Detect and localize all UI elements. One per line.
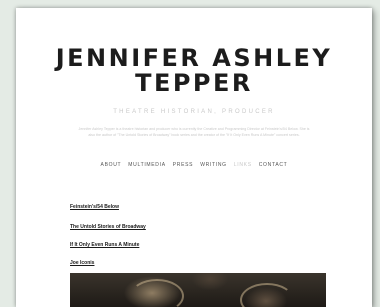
link-feinsteins-54-below[interactable]: Feinstein's/54 Below (70, 204, 119, 210)
site-title-line-1: JENNIFER ASHLEY (55, 44, 333, 72)
site-title-line-2: TEPPER (135, 69, 253, 97)
site-subtitle: THEATRE HISTORIAN, PRODUCER (113, 109, 275, 115)
nav-contact[interactable]: CONTACT (259, 162, 288, 168)
nav-multimedia[interactable]: MULTIMEDIA (128, 162, 165, 168)
featured-photo (70, 273, 326, 307)
site-title[interactable]: JENNIFER ASHLEY TEPPER (16, 46, 372, 96)
browser-page: JENNIFER ASHLEY TEPPER THEATRE HISTORIAN… (16, 8, 372, 307)
nav-links[interactable]: LINKS (234, 162, 252, 168)
site-bio: Jennifer Ashley Tepper is a theatre hist… (78, 127, 310, 137)
nav-writing[interactable]: WRITING (200, 162, 227, 168)
photo-detail (240, 283, 294, 307)
nav-about[interactable]: ABOUT (101, 162, 122, 168)
photo-detail (130, 279, 184, 307)
main-nav: ABOUT MULTIMEDIA PRESS WRITING LINKS CON… (16, 162, 372, 168)
link-untold-stories[interactable]: The Untold Stories of Broadway (70, 224, 146, 230)
nav-press[interactable]: PRESS (173, 162, 193, 168)
link-if-it-only-even-runs[interactable]: If It Only Even Runs A Minute (70, 242, 139, 248)
link-joe-iconis[interactable]: Joe Iconis (70, 260, 94, 266)
